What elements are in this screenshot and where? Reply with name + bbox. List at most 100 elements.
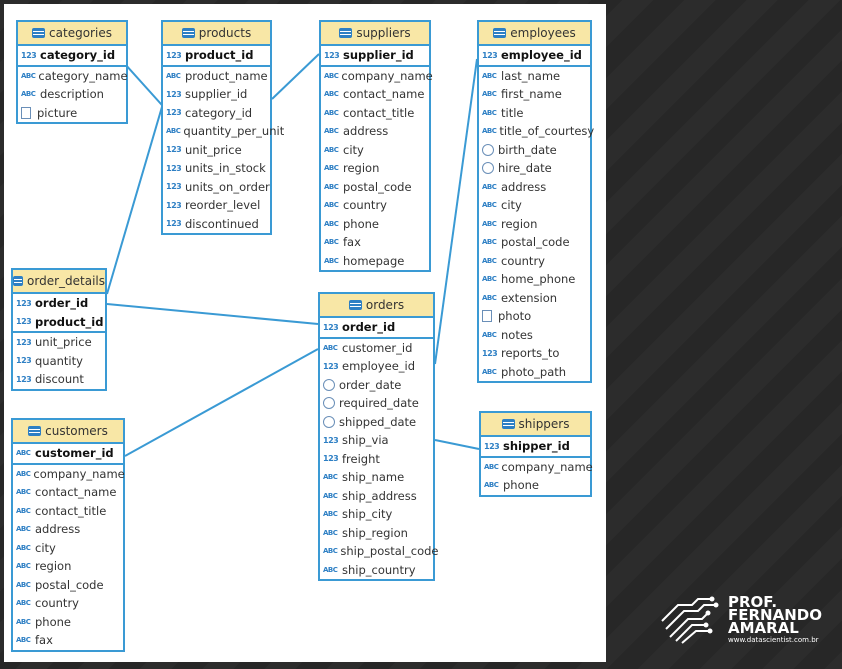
column-row[interactable]: ABC region xyxy=(479,215,590,234)
column-row[interactable]: ABC phone xyxy=(13,613,123,632)
column-row[interactable]: 123 unit_price xyxy=(163,141,270,160)
column-row[interactable]: ABC city xyxy=(479,196,590,215)
column-row[interactable]: ABC first_name xyxy=(479,85,590,104)
number-type-icon: 123 xyxy=(323,322,339,332)
column-row[interactable]: ABC postal_code xyxy=(13,576,123,595)
table-customers[interactable]: customers ABC customer_id ABC company_name AB… xyxy=(11,418,125,652)
column-row[interactable]: ABC customer_id xyxy=(13,444,123,463)
column-row[interactable]: 123 reports_to xyxy=(479,344,590,363)
table-order-details[interactable]: order_details 123 order_id 123 product_id 123… xyxy=(11,268,107,391)
column-row[interactable]: ABC phone xyxy=(321,215,429,234)
table-suppliers[interactable]: suppliers 123 supplier_id ABC company_name AB… xyxy=(319,20,433,272)
column-row[interactable]: 123 order_id xyxy=(13,294,105,313)
table-categories[interactable]: categories 123 category_id ABC category_name… xyxy=(16,20,128,124)
column-row[interactable]: hire_date xyxy=(479,159,590,178)
column-row[interactable]: 123 category_id xyxy=(163,104,270,123)
column-row[interactable]: 123 employee_id xyxy=(320,357,433,376)
column-row[interactable]: ABC contact_name xyxy=(13,483,123,502)
column-row[interactable]: 123 units_in_stock xyxy=(163,159,270,178)
column-row[interactable]: ABC fax xyxy=(321,233,429,252)
table-orders[interactable]: orders 123 order_id ABC customer_id 123 employ… xyxy=(318,292,438,581)
column-row[interactable]: ABC address xyxy=(479,178,590,197)
column-name: required_date xyxy=(339,396,419,411)
text-type-icon: ABC xyxy=(482,256,497,265)
table-header[interactable]: order_details xyxy=(13,270,105,294)
column-row[interactable]: 123 product_id xyxy=(13,313,105,332)
column-row[interactable]: order_date xyxy=(320,376,433,395)
column-row[interactable]: 123 shipper_id xyxy=(481,437,590,456)
column-row[interactable]: ABC ship_address xyxy=(320,487,433,506)
column-row[interactable]: 123 units_on_order xyxy=(163,178,270,197)
column-row[interactable]: ABC ship_region xyxy=(320,524,433,543)
column-row[interactable]: ABC description xyxy=(18,85,126,104)
column-row[interactable]: ABC country xyxy=(321,196,429,215)
column-row[interactable]: 123 reorder_level xyxy=(163,196,270,215)
column-row[interactable]: ABC postal_code xyxy=(321,178,429,197)
column-row[interactable]: ABC quantity_per_unit xyxy=(163,122,284,141)
column-row[interactable]: ABC extension xyxy=(479,289,590,308)
table-header[interactable]: shippers xyxy=(481,413,590,437)
column-row[interactable]: ABC homepage xyxy=(321,252,429,271)
column-row[interactable]: photo xyxy=(479,307,590,326)
text-type-icon: ABC xyxy=(16,543,31,552)
column-name: order_date xyxy=(339,377,402,392)
column-row[interactable]: 123 supplier_id xyxy=(163,85,270,104)
column-row[interactable]: 123 employee_id xyxy=(479,46,590,65)
column-row[interactable]: picture xyxy=(18,104,126,123)
column-row[interactable]: ABC city xyxy=(13,539,123,558)
table-header[interactable]: employees xyxy=(479,22,590,46)
column-row[interactable]: birth_date xyxy=(479,141,590,160)
column-row[interactable]: ABC postal_code xyxy=(479,233,590,252)
table-header[interactable]: orders xyxy=(320,294,433,318)
column-row[interactable]: 123 category_id xyxy=(18,46,126,65)
column-row[interactable]: 123 supplier_id xyxy=(321,46,429,65)
column-row[interactable]: ABC title xyxy=(479,104,590,123)
column-row[interactable]: 123 discontinued xyxy=(163,215,270,234)
column-row[interactable]: ABC last_name xyxy=(479,67,590,86)
table-header[interactable]: products xyxy=(163,22,270,46)
column-row[interactable]: 123 order_id xyxy=(320,318,433,337)
column-row[interactable]: ABC photo_path xyxy=(479,363,590,382)
column-row[interactable]: ABC ship_country xyxy=(320,561,433,580)
column-row[interactable]: ABC company_name xyxy=(321,67,433,86)
column-row[interactable]: 123 ship_via xyxy=(320,431,433,450)
column-row[interactable]: ABC home_phone xyxy=(479,270,590,289)
column-row[interactable]: ABC ship_name xyxy=(320,468,433,487)
columns-section: ABC last_name ABC first_name ABC title ABC titl… xyxy=(479,67,594,382)
column-row[interactable]: 123 quantity xyxy=(13,352,105,371)
column-row[interactable]: 123 unit_price xyxy=(13,333,105,352)
table-header[interactable]: customers xyxy=(13,420,123,444)
column-row[interactable]: ABC address xyxy=(321,122,429,141)
column-row[interactable]: ABC contact_title xyxy=(13,502,123,521)
text-type-icon: ABC xyxy=(16,469,31,478)
table-products[interactable]: products 123 product_id ABC product_name 123 s… xyxy=(161,20,284,235)
column-row[interactable]: shipped_date xyxy=(320,413,433,432)
column-row[interactable]: ABC address xyxy=(13,520,123,539)
column-row[interactable]: ABC phone xyxy=(481,476,590,495)
column-row[interactable]: ABC fax xyxy=(13,631,123,650)
column-row[interactable]: ABC contact_name xyxy=(321,85,429,104)
column-row[interactable]: required_date xyxy=(320,394,433,413)
column-row[interactable]: ABC ship_postal_code xyxy=(320,542,438,561)
table-header[interactable]: categories xyxy=(18,22,126,46)
column-row[interactable]: 123 freight xyxy=(320,450,433,469)
column-row[interactable]: ABC region xyxy=(13,557,123,576)
column-row[interactable]: ABC city xyxy=(321,141,429,160)
column-row[interactable]: ABC customer_id xyxy=(320,339,433,358)
column-row[interactable]: ABC company_name xyxy=(13,465,125,484)
table-employees[interactable]: employees 123 employee_id ABC last_name ABC fi… xyxy=(477,20,594,383)
column-row[interactable]: ABC category_name xyxy=(18,67,128,86)
column-row[interactable]: ABC product_name xyxy=(163,67,270,86)
table-header[interactable]: suppliers xyxy=(321,22,429,46)
column-row[interactable]: 123 discount xyxy=(13,370,105,389)
column-row[interactable]: ABC company_name xyxy=(481,458,593,477)
column-row[interactable]: ABC contact_title xyxy=(321,104,429,123)
column-row[interactable]: 123 product_id xyxy=(163,46,270,65)
column-row[interactable]: ABC country xyxy=(13,594,123,613)
column-row[interactable]: ABC region xyxy=(321,159,429,178)
column-row[interactable]: ABC country xyxy=(479,252,590,271)
column-row[interactable]: ABC title_of_courtesy xyxy=(479,122,594,141)
table-shippers[interactable]: shippers 123 shipper_id ABC company_name ABC p… xyxy=(479,411,593,497)
column-row[interactable]: ABC ship_city xyxy=(320,505,433,524)
column-row[interactable]: ABC notes xyxy=(479,326,590,345)
